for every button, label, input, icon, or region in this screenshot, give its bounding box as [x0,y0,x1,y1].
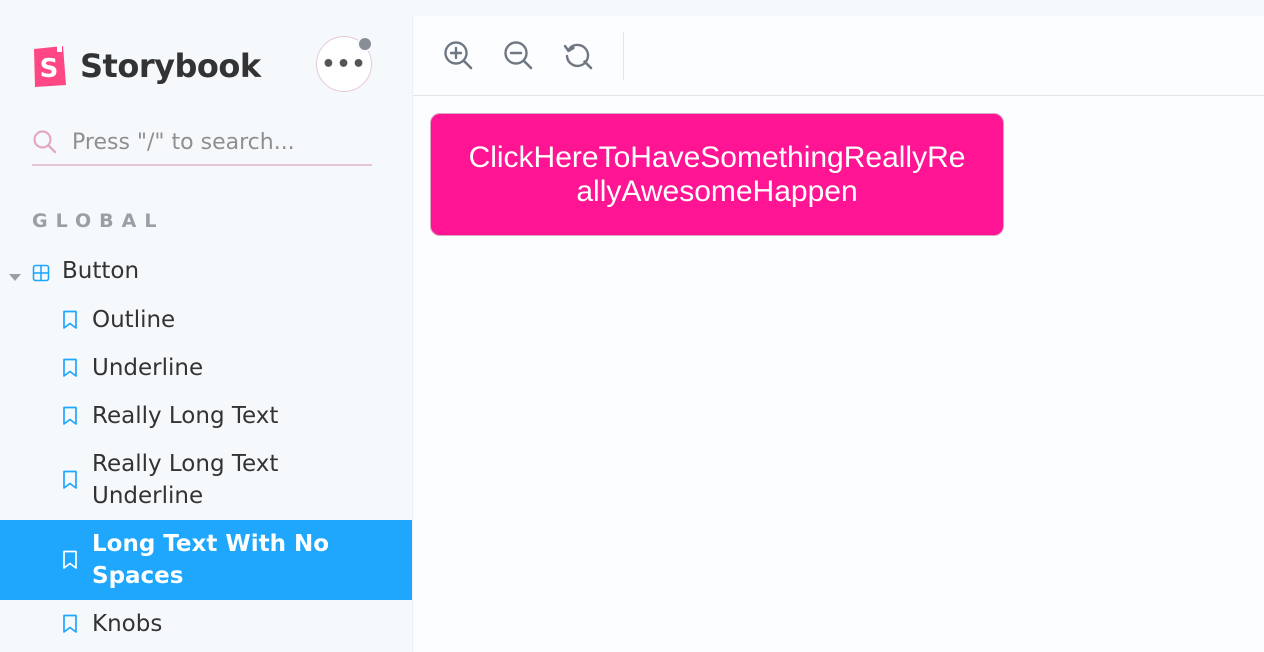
bookmark-icon [62,550,78,570]
brand[interactable]: S Storybook [32,38,261,94]
story-long-text-with-no-spaces[interactable]: Long Text With No Spaces [0,520,412,600]
ellipsis-icon: ••• [321,51,367,77]
story-label: Really Long Text Underline [92,451,279,509]
tree-component-button[interactable]: Button [0,246,412,296]
zoom-reset-icon[interactable] [561,38,597,74]
storybook-logo-icon: S [32,44,68,88]
caret-down-icon[interactable] [8,264,22,281]
toolbar [413,16,1264,96]
search-input[interactable] [72,122,362,162]
notification-dot [357,36,373,52]
brand-name: Storybook [80,47,261,85]
story-really-long-text[interactable]: Really Long Text [0,392,412,440]
component-icon [32,262,50,282]
bookmark-icon [62,358,78,378]
tree-item-label: Button [62,258,140,284]
story-knobs[interactable]: Knobs [0,600,412,648]
sidebar: S Storybook ••• GLOBAL [0,0,412,652]
bookmark-icon [62,310,78,330]
search-icon [32,129,58,155]
story-tree: Button Outline Underline Really Long Tex… [0,246,412,648]
bookmark-icon [62,614,78,634]
search-bar [32,120,372,166]
story-really-long-text-underline[interactable]: Really Long Text Underline [0,440,412,520]
story-canvas: ClickHereToHaveSomethingReallyReallyAwes… [413,97,1264,652]
story-label: Outline [92,307,176,333]
story-label: Really Long Text [92,403,279,429]
story-label: Long Text With No Spaces [92,531,330,589]
bookmark-icon [62,470,78,490]
zoom-in-icon[interactable] [441,38,477,74]
section-heading-global: GLOBAL [32,210,165,232]
toolbar-divider [623,32,624,80]
story-label: Underline [92,355,204,381]
storybook-app: S Storybook ••• GLOBAL [0,0,1264,652]
svg-text:S: S [40,54,59,84]
zoom-out-icon[interactable] [501,38,537,74]
story-label: Knobs [92,611,163,637]
story-outline[interactable]: Outline [0,296,412,344]
story-underline[interactable]: Underline [0,344,412,392]
preview-panel: ClickHereToHaveSomethingReallyReallyAwes… [412,16,1264,652]
bookmark-icon [62,406,78,426]
demo-button[interactable]: ClickHereToHaveSomethingReallyReallyAwes… [430,113,1004,236]
